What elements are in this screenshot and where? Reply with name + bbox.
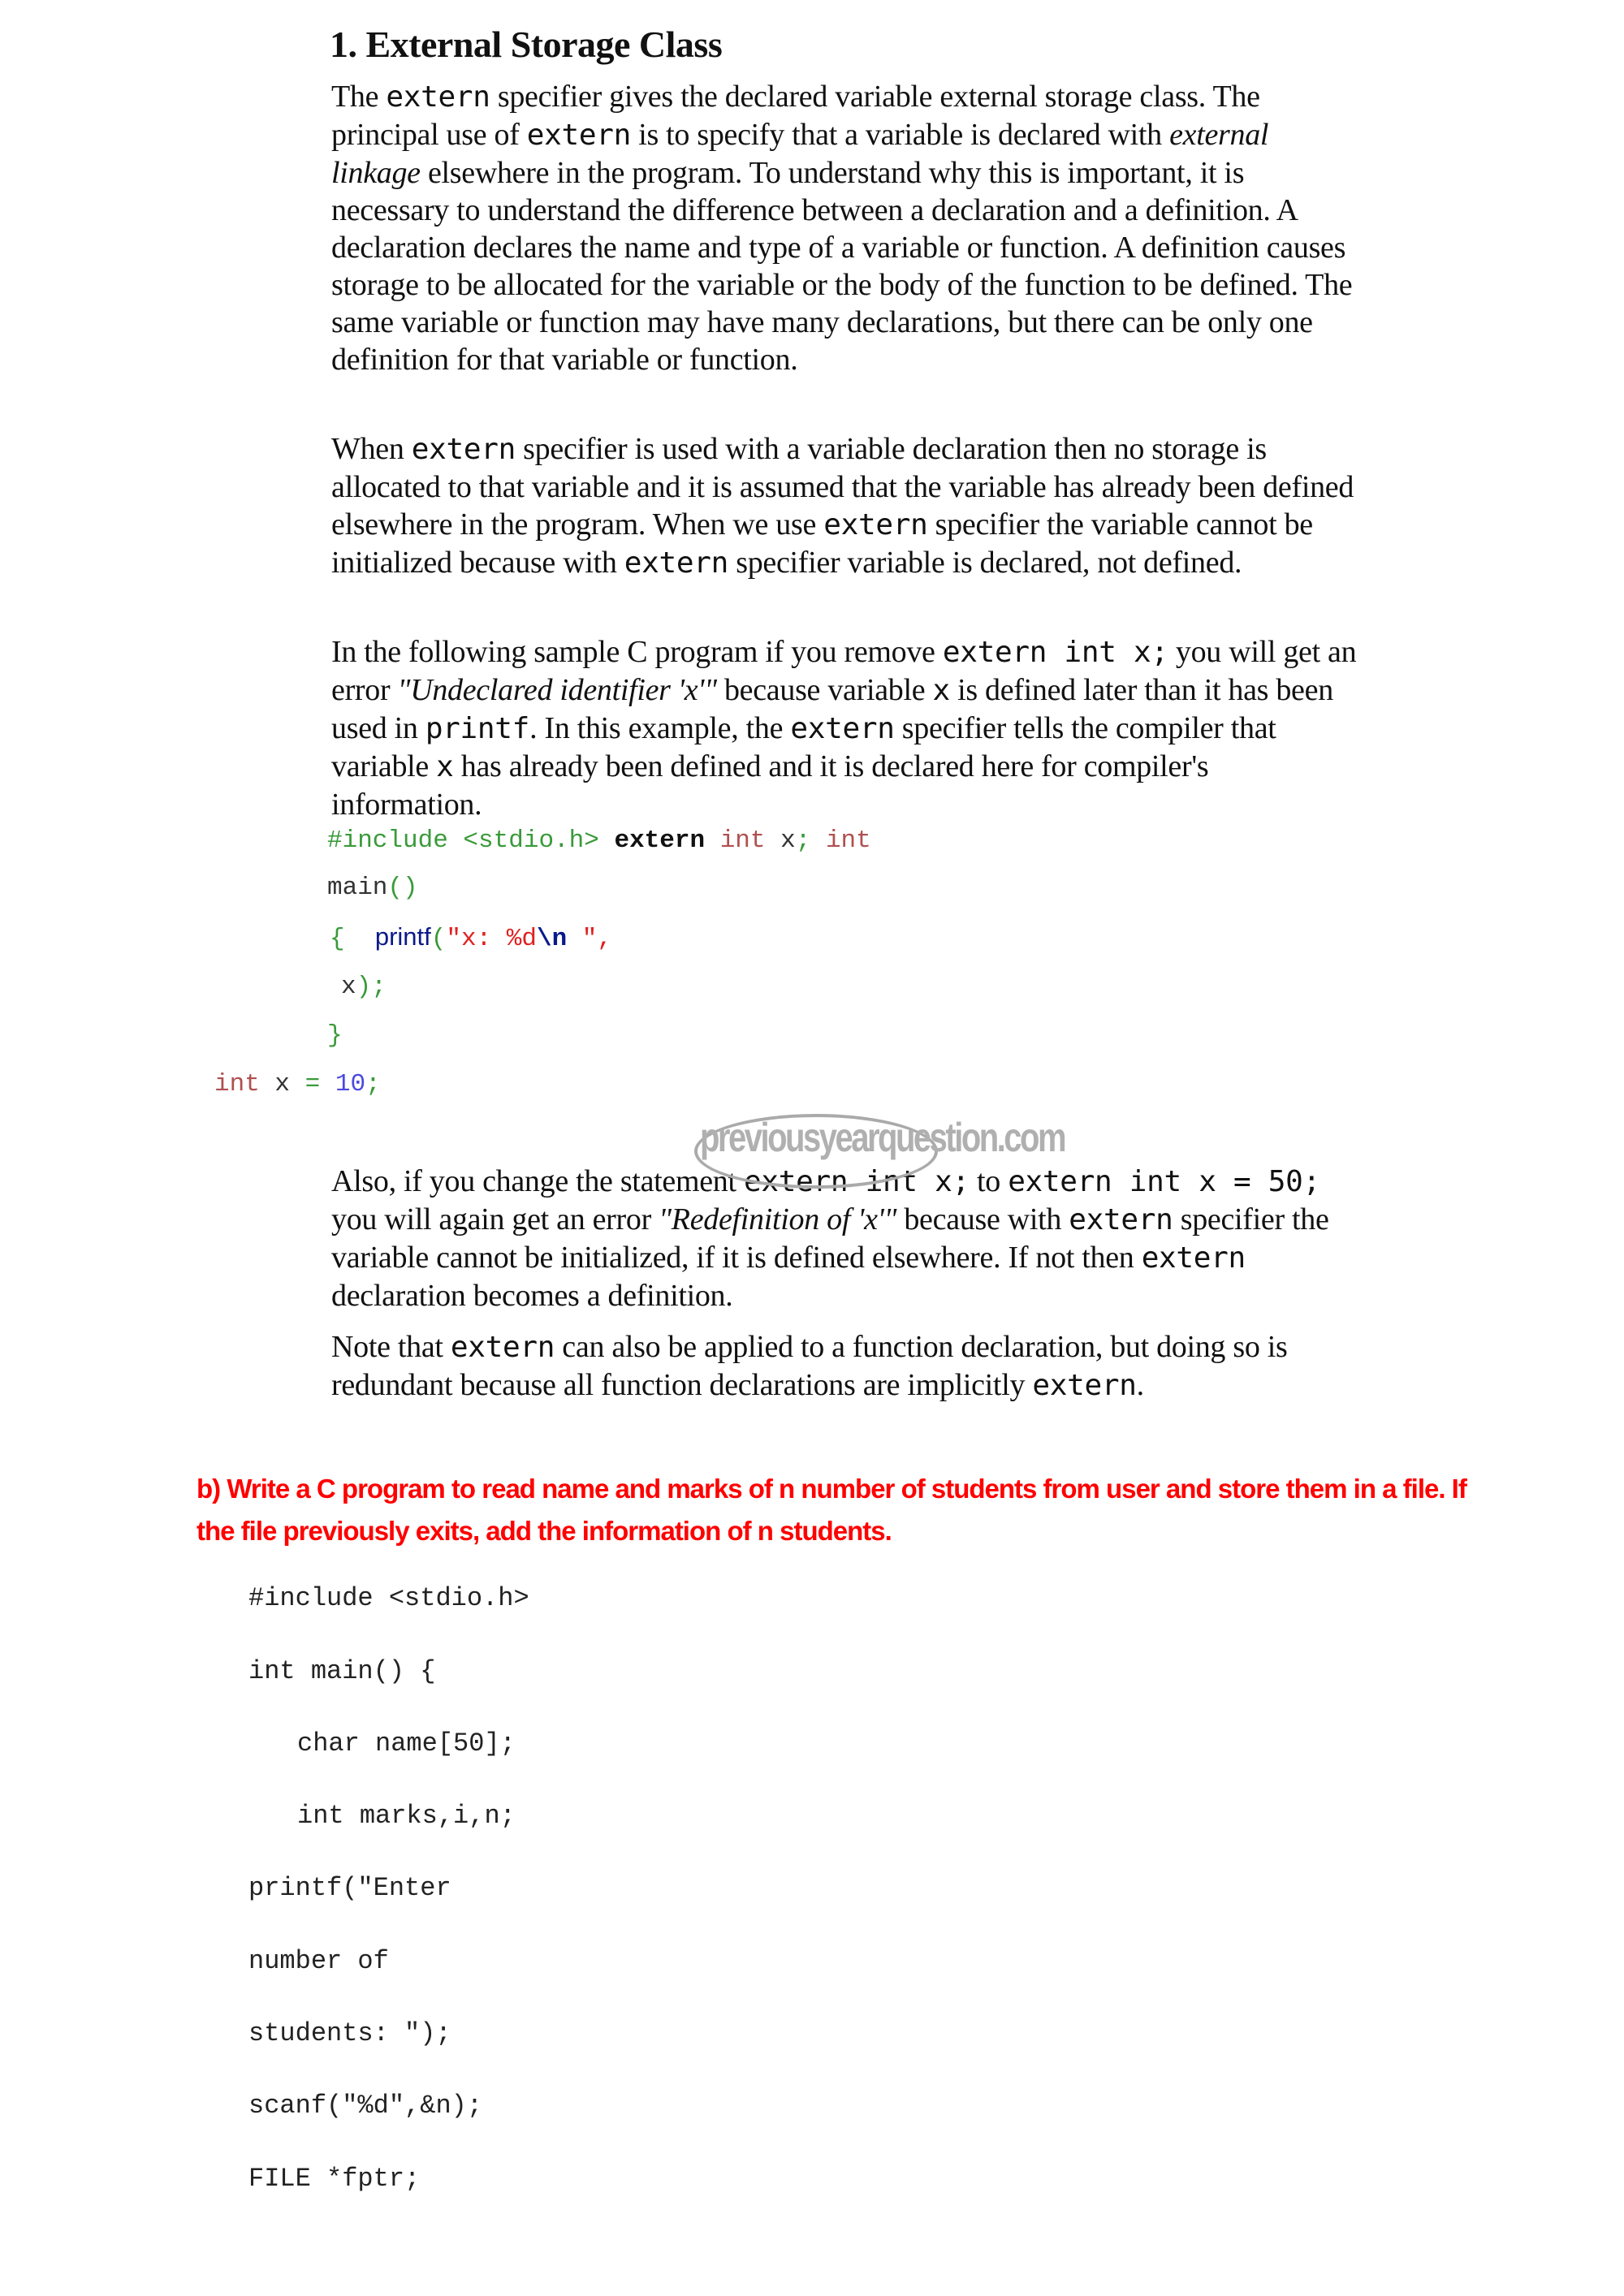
text-run: In the following sample C program if you… [331, 635, 943, 669]
code-line-4: x); [341, 973, 387, 1001]
inline-code: extern [450, 1331, 555, 1364]
inline-code: extern int x = 50; [1008, 1165, 1320, 1198]
text-run: because with [896, 1202, 1069, 1236]
inline-code: printf [425, 712, 530, 745]
inline-code: extern [1069, 1203, 1173, 1236]
inline-code: extern [1032, 1369, 1137, 1402]
program-line: char name[50]; [297, 1728, 516, 1759]
inline-code: extern [823, 508, 928, 542]
inline-code: x [932, 674, 951, 707]
code-token: #include <stdio.h> [327, 826, 599, 855]
program-line: number of [248, 1946, 389, 1976]
text-run: you will again get an error [331, 1202, 659, 1236]
code-token: \n [536, 925, 568, 953]
code-line-2: main() [327, 874, 418, 902]
question-b: b) Write a C program to read name and ma… [197, 1474, 1467, 1546]
code-line-5: } [327, 1021, 343, 1050]
text-run: Note that [331, 1330, 451, 1364]
code-line-1: #include <stdio.h> extern int x; int [327, 826, 871, 855]
text-run: specifier variable is declared, not defi… [728, 546, 1242, 580]
text-run: because variable [716, 673, 933, 707]
inline-code: extern [790, 712, 895, 745]
code-token: 10 [335, 1070, 366, 1098]
inline-code: extern [526, 119, 632, 152]
program-line: scanf("%d",&n); [248, 2091, 483, 2121]
error-message: "Redefinition of 'x'" [659, 1202, 897, 1236]
code-token: () [387, 874, 418, 902]
code-token: { [330, 925, 345, 953]
inline-code: extern [1141, 1241, 1246, 1275]
text-run: to [969, 1164, 1009, 1198]
paragraph-extern-declaration: When extern specifier is used with a var… [331, 430, 1363, 582]
code-token: x [274, 1070, 291, 1098]
code-line-6: int x = 10; [214, 1070, 381, 1098]
inline-code: x [436, 750, 454, 783]
text-run: . In this example, the [529, 711, 791, 745]
document-page: 1. External Storage Class The extern spe… [0, 0, 1624, 2296]
error-message: "Undeclared identifier 'x'" [397, 673, 718, 707]
program-line: #include <stdio.h> [248, 1583, 529, 1613]
code-token: ); [356, 973, 387, 1001]
code-token: x [780, 826, 796, 855]
program-line: int marks,i,n; [297, 1801, 516, 1831]
code-token: int [214, 1070, 260, 1098]
program-line: printf("Enter [248, 1873, 451, 1903]
text-run: . [1136, 1368, 1145, 1402]
code-line-3: { printf("x: %d\n ", [330, 922, 612, 953]
text-run: is to specify that a variable is declare… [631, 118, 1170, 152]
code-token: = [304, 1070, 321, 1098]
text-run: The [331, 80, 387, 114]
inline-code: extern [411, 433, 516, 466]
code-token: ; [365, 1070, 381, 1098]
paragraph-function-extern: Note that extern can also be applied to … [331, 1328, 1363, 1405]
text-run: When [331, 432, 412, 466]
paragraph-extern-intro: The extern specifier gives the declared … [331, 78, 1363, 378]
paragraph-sample-program-intro: In the following sample C program if you… [331, 633, 1363, 823]
code-token: } [327, 1021, 343, 1050]
inline-code: extern [386, 80, 490, 114]
code-token: int [719, 826, 766, 855]
text-run: declaration becomes a definition. [331, 1279, 733, 1313]
text-run: elsewhere in the program. To understand … [331, 156, 1353, 377]
text-run: Also, if you change the statement [331, 1164, 744, 1198]
inline-code: extern int x; [942, 636, 1168, 669]
code-token: ( [430, 925, 447, 953]
code-token: ", [567, 925, 613, 953]
code-token: printf [374, 922, 431, 951]
text-run: has already been defined and it is decla… [331, 749, 1209, 822]
code-token: ; [795, 826, 811, 855]
code-token: main [327, 874, 388, 902]
code-token: int [825, 826, 871, 855]
program-line: int main() { [248, 1656, 436, 1686]
inline-code: extern [624, 546, 729, 580]
section-heading: 1. External Storage Class [330, 24, 723, 65]
code-token: extern [614, 826, 706, 855]
program-line: students: "); [248, 2018, 451, 2048]
code-token: "x: %d [446, 925, 537, 953]
program-line: FILE *fptr; [248, 2164, 421, 2194]
code-token: x [341, 973, 356, 1001]
watermark-text: previousyearquestion.com [700, 1116, 1067, 1161]
